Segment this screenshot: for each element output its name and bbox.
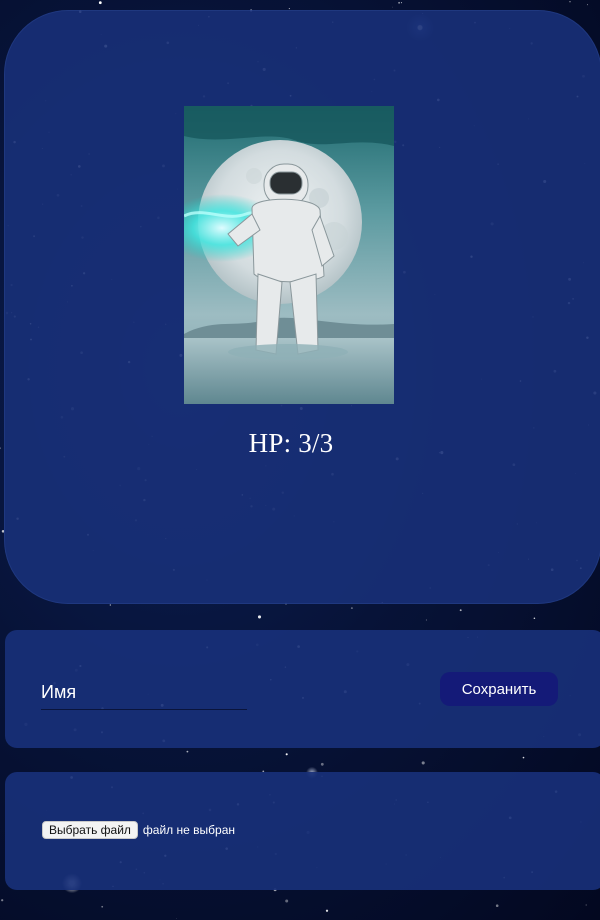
star — [585, 904, 587, 906]
star — [176, 918, 178, 920]
star — [569, 0, 571, 3]
star — [350, 607, 353, 610]
star — [586, 4, 588, 6]
star — [257, 615, 262, 619]
star — [285, 899, 289, 903]
star — [288, 8, 290, 10]
name-form-card: Сохранить — [5, 630, 600, 748]
file-status-text: файл не выбран — [142, 823, 235, 837]
name-input[interactable] — [41, 675, 247, 710]
hp-indicator: HP: 3/3 — [248, 428, 334, 458]
star — [392, 6, 394, 8]
star — [425, 619, 427, 621]
choose-file-button[interactable]: Выбрать файл — [42, 821, 138, 839]
star — [325, 909, 329, 912]
star — [1, 899, 4, 902]
star — [109, 604, 111, 606]
star — [0, 447, 1, 450]
profile-card: HP: 3/3 — [4, 10, 600, 604]
star — [421, 761, 425, 765]
star — [533, 617, 536, 619]
save-button[interactable]: Сохранить — [440, 672, 558, 706]
star — [495, 904, 499, 907]
star — [459, 609, 462, 612]
star — [285, 753, 288, 756]
avatar — [184, 106, 394, 404]
star — [320, 762, 324, 766]
star — [522, 756, 525, 759]
star — [398, 1, 401, 4]
star — [98, 1, 102, 5]
star — [186, 750, 189, 753]
star — [400, 2, 403, 4]
file-input: Выбрать файл файл не выбран — [42, 821, 235, 839]
star — [101, 905, 104, 908]
file-upload-card: Выбрать файл файл не выбран — [5, 772, 600, 890]
astronaut-image — [184, 106, 394, 404]
